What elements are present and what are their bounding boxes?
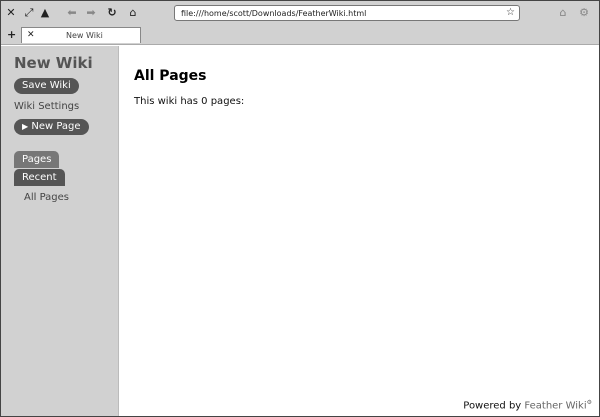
footer-prefix: Powered by — [463, 400, 525, 411]
save-wiki-button[interactable]: Save Wiki — [14, 78, 79, 94]
url-text: file:///home/scott/Downloads/FeatherWiki… — [181, 9, 367, 18]
reload-icon[interactable]: ↻ — [105, 4, 119, 22]
browser-tab[interactable]: ✕ New Wiki — [21, 27, 141, 43]
forward-icon[interactable]: ➡ — [84, 4, 98, 22]
bookmark-star-icon[interactable]: ☆ — [506, 6, 515, 20]
tab-pages[interactable]: Pages — [14, 151, 60, 168]
all-pages-link[interactable]: All Pages — [24, 192, 69, 203]
resize-icon[interactable]: ⤢ — [23, 4, 35, 22]
tab-close-icon[interactable]: ✕ — [27, 28, 35, 43]
home-icon[interactable]: ⌂ — [125, 4, 141, 22]
sidebar: New Wiki Save Wiki Wiki Settings ▶ New P… — [1, 46, 119, 416]
page-description: This wiki has 0 pages: — [134, 96, 245, 107]
new-tab-plus-icon[interactable]: + — [7, 27, 16, 43]
back-icon[interactable]: ⬅ — [65, 4, 79, 22]
feather-wiki-link[interactable]: Feather Wiki — [524, 400, 586, 411]
wiki-title[interactable]: New Wiki — [14, 54, 93, 72]
url-bar[interactable]: file:///home/scott/Downloads/FeatherWiki… — [174, 5, 520, 21]
eject-icon[interactable]: ▲ — [40, 4, 50, 22]
downloads-icon[interactable]: ⌂ — [556, 4, 570, 22]
play-icon: ▶ — [22, 122, 29, 131]
settings-icon[interactable]: ⚙ — [577, 4, 591, 22]
new-page-button[interactable]: ▶ New Page — [14, 119, 89, 135]
wiki-settings-link[interactable]: Wiki Settings — [14, 101, 79, 112]
feather-logo-icon: ⚙ — [586, 398, 592, 406]
close-icon[interactable]: ✕ — [6, 4, 16, 22]
tab-title: New Wiki — [66, 31, 103, 40]
page-title: All Pages — [134, 68, 207, 84]
main-content: All Pages This wiki has 0 pages: Powered… — [119, 46, 599, 416]
new-page-label: New Page — [31, 121, 81, 132]
footer: Powered by Feather Wiki⚙ — [463, 399, 592, 411]
tab-bar: + ✕ New Wiki — [1, 26, 599, 45]
tab-recent[interactable]: Recent — [14, 169, 65, 186]
browser-toolbar: ✕ ⤢ ▲ ⬅ ➡ ↻ ⌂ file:///home/scott/Downloa… — [1, 1, 599, 26]
